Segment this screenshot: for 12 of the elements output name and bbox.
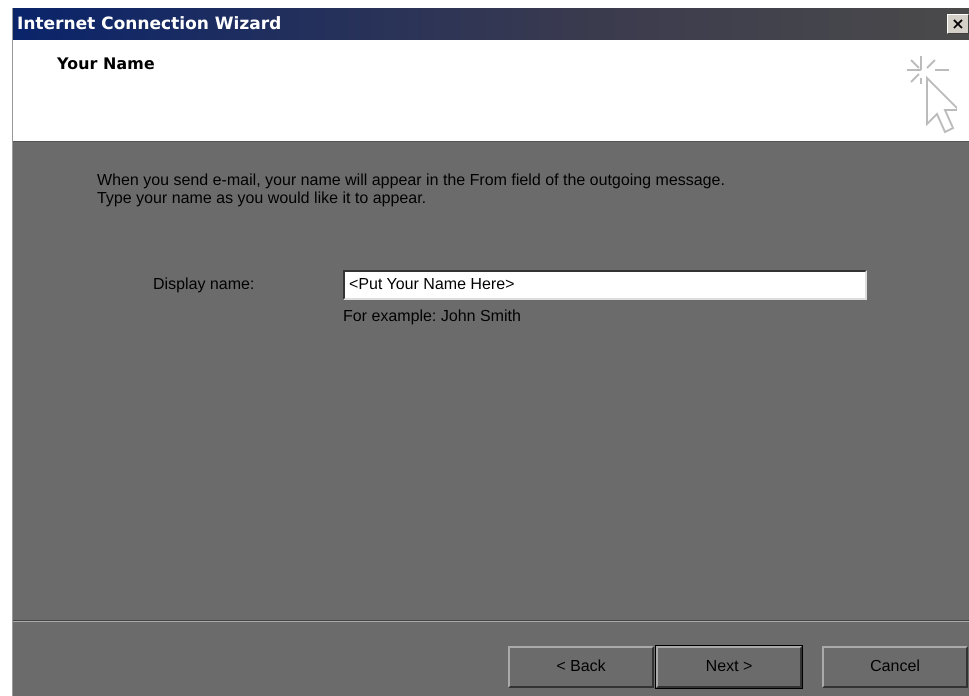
instruction-text: Type your name as you would like it to appear. xyxy=(97,190,428,208)
close-button[interactable]: × xyxy=(947,14,969,34)
display-name-field[interactable]: <Put Your Name Here> xyxy=(343,270,867,300)
cancel-button[interactable]: Cancel xyxy=(822,646,968,688)
field-label: Display name: xyxy=(153,276,256,294)
example-hint: For example: John Smith xyxy=(343,308,522,326)
instruction-text: When you send e-mail, your name will appear in the From field of the outgoing message. xyxy=(97,172,726,190)
next-button[interactable]: Next > xyxy=(656,646,802,688)
back-button[interactable]: < Back xyxy=(508,646,654,688)
page-title: Your Name xyxy=(57,54,155,73)
window-title: Internet Connection Wizard xyxy=(17,14,282,34)
cursor-sparkle-icon xyxy=(905,54,957,134)
